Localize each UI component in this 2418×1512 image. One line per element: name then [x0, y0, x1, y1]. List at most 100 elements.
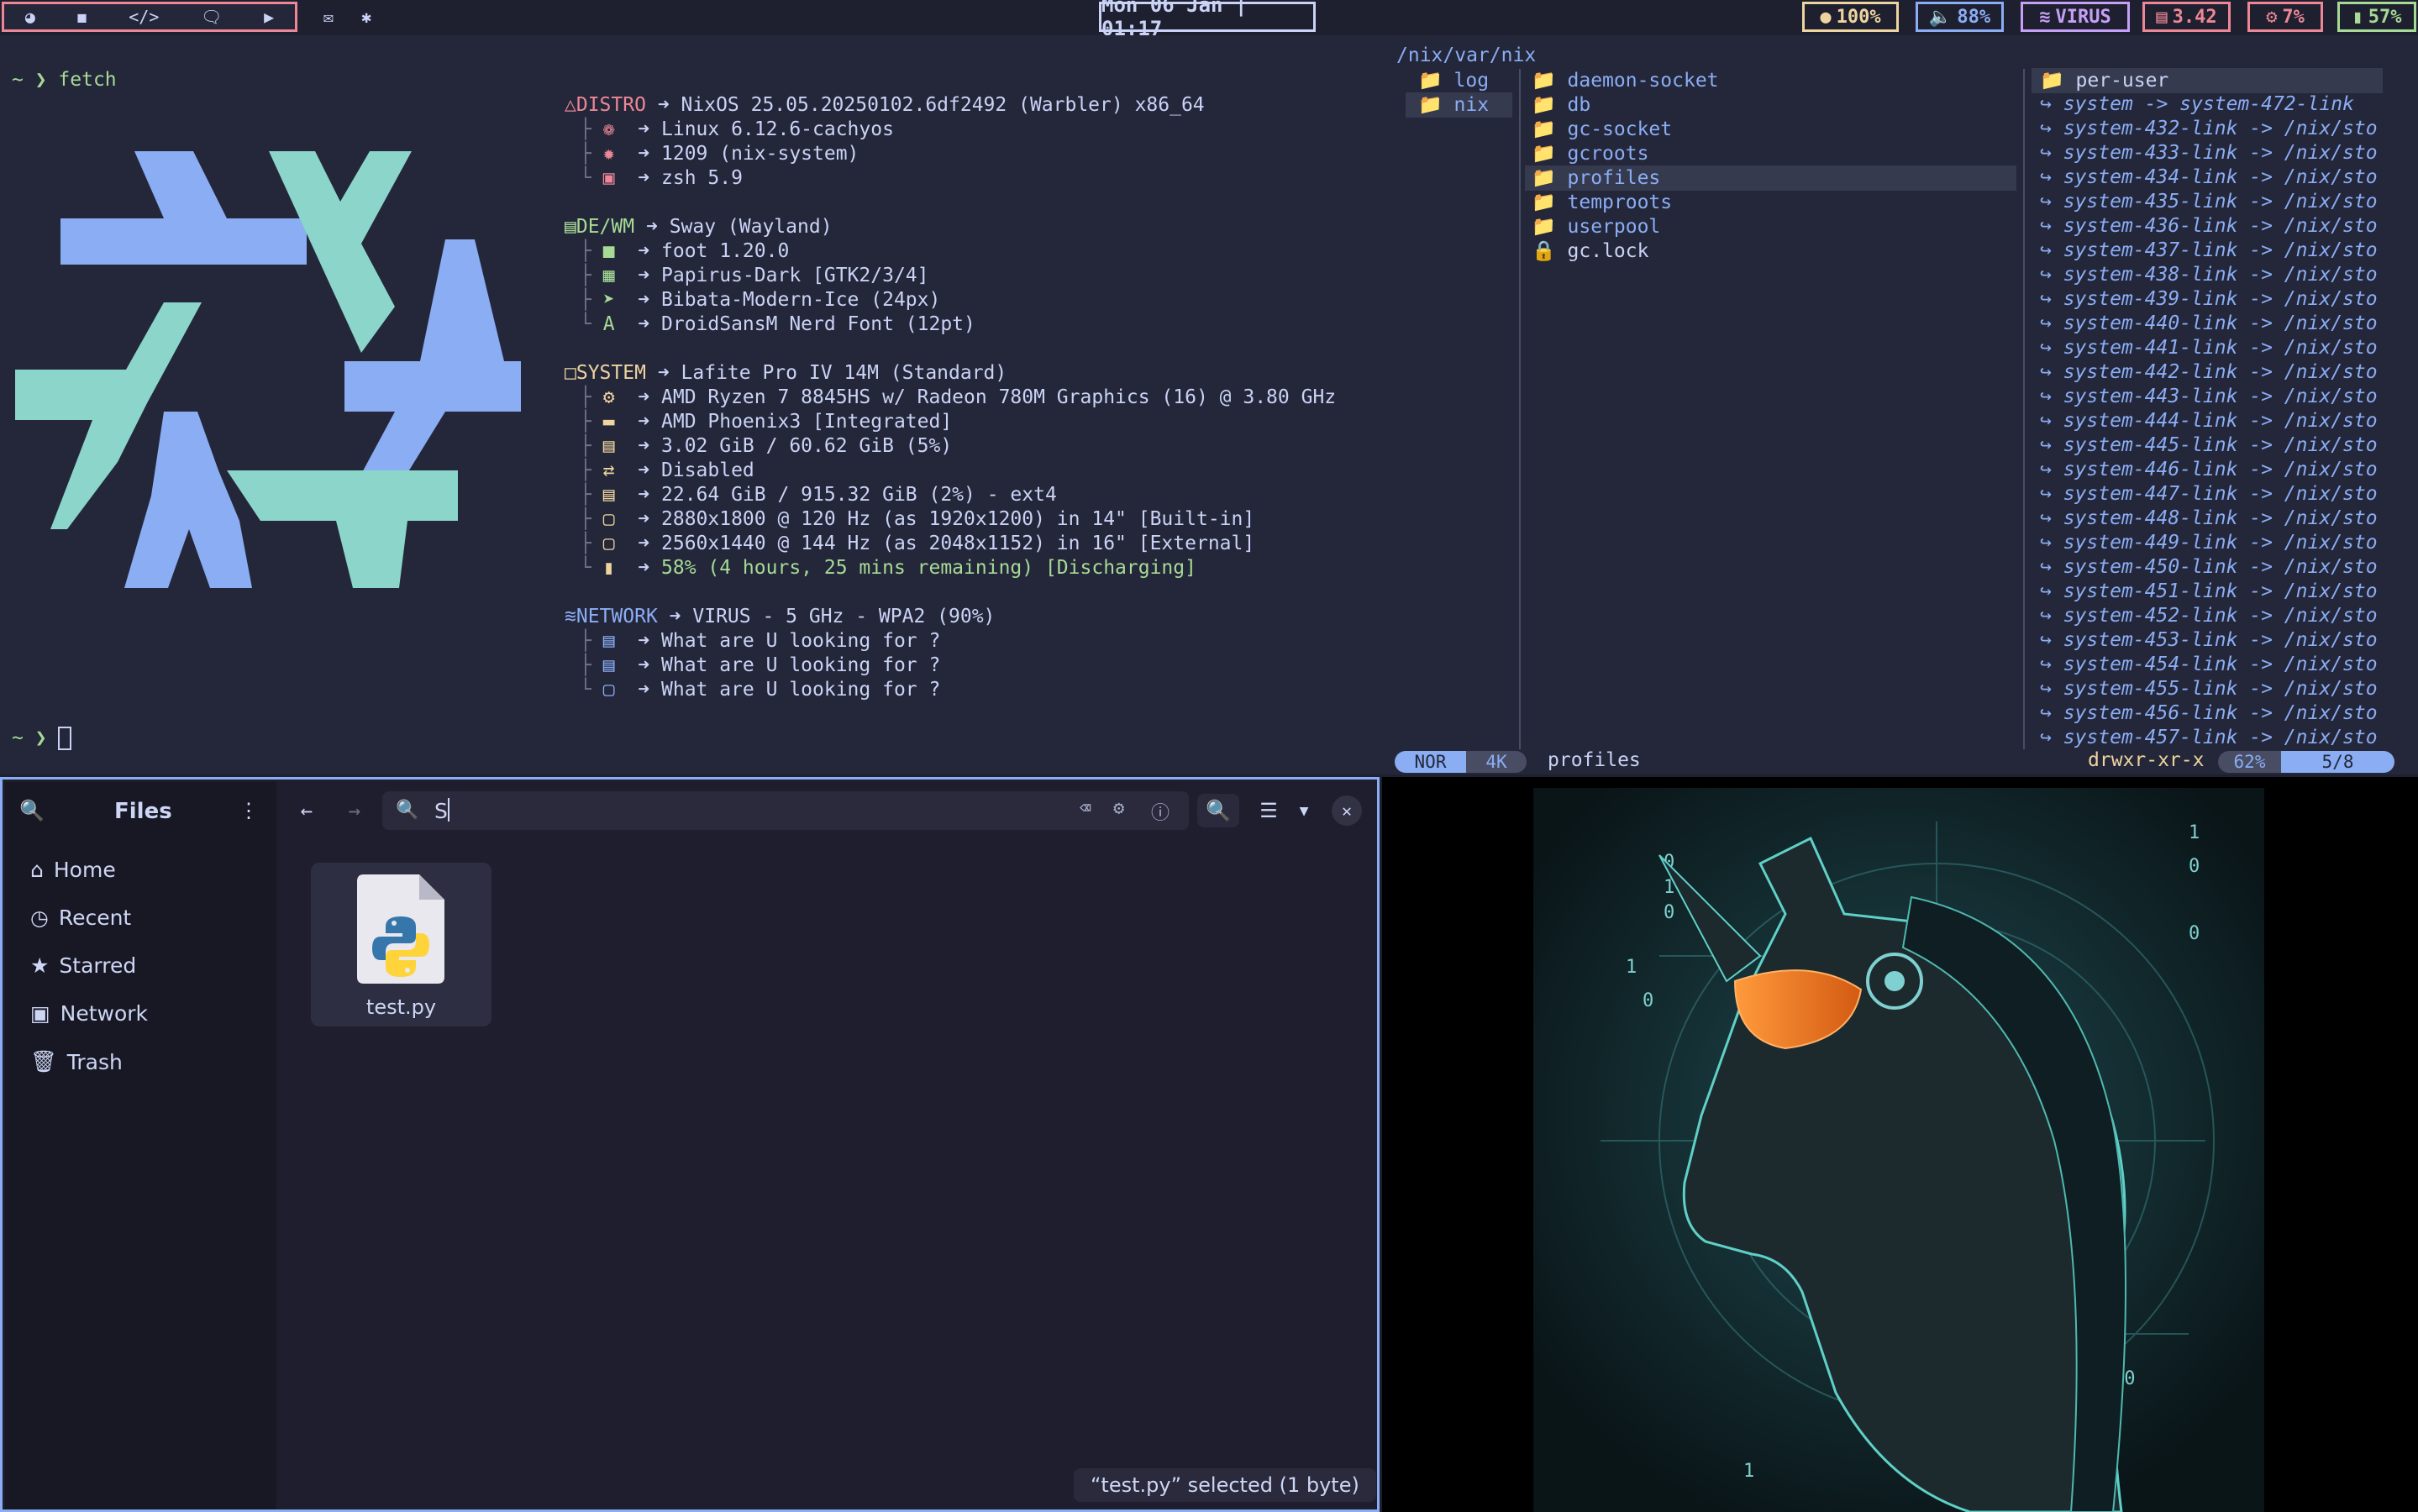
- preview-symlink[interactable]: ↪ system-439-link -> /nix/sto: [2040, 288, 2378, 310]
- preview-symlink[interactable]: ↪ system-455-link -> /nix/sto: [2040, 678, 2378, 700]
- yazi-entry[interactable]: 📁 daemon-socket: [1532, 69, 1719, 92]
- network-row: ├ ▤ ➜ What are U looking for ?: [580, 654, 941, 676]
- workspace-2-icon[interactable]: ◼: [77, 7, 87, 27]
- image-viewer-window[interactable]: 010 100 100 100: [1382, 777, 2418, 1512]
- battery-value: 57%: [2368, 6, 2402, 28]
- preview-symlink[interactable]: ↪ system-448-link -> /nix/sto: [2040, 507, 2378, 529]
- yazi-statusbar: NOR 4K profiles drwxr-xr-x 62% 5/8: [1390, 749, 2418, 774]
- preview-symlink[interactable]: ↪ system-447-link -> /nix/sto: [2040, 483, 2378, 505]
- sidebar-item-trash[interactable]: 🗑 Trash: [30, 1049, 123, 1074]
- icons-value: Papirus-Dark [GTK2/3/4]: [661, 265, 929, 286]
- battery-module[interactable]: ▮ 57%: [2337, 2, 2416, 32]
- yazi-entry[interactable]: 📁 gc-socket: [1532, 118, 1672, 140]
- yazi-entry[interactable]: 🔒 gc.lock: [1532, 239, 1648, 262]
- volume-module[interactable]: 🔈 88%: [1916, 2, 2004, 32]
- packages-value: 1209 (nix-system): [661, 143, 859, 165]
- preview-symlink[interactable]: ↪ system-440-link -> /nix/sto: [2040, 312, 2378, 334]
- close-icon[interactable]: ✕: [1332, 795, 1362, 826]
- kernel-value: Linux 6.12.6-cachyos: [661, 118, 894, 140]
- preview-symlink[interactable]: ↪ system-446-link -> /nix/sto: [2040, 459, 2378, 480]
- workspace-4-chat-icon[interactable]: 🗨: [201, 7, 222, 27]
- preview-symlink[interactable]: ↪ system-453-link -> /nix/sto: [2040, 629, 2378, 651]
- bluetooth-icon[interactable]: ✱: [361, 7, 371, 27]
- network-row: ├ ▤ ➜ What are U looking for ?: [580, 630, 941, 652]
- search-input[interactable]: S: [434, 799, 448, 823]
- symlink-icon: ↪: [2040, 142, 2063, 164]
- system-label: SYSTEM: [576, 362, 646, 384]
- brightness-module[interactable]: ● 100%: [1802, 2, 1899, 32]
- preview-symlink[interactable]: ↪ system-437-link -> /nix/sto: [2040, 239, 2378, 261]
- yazi-entry[interactable]: 📁 userpool: [1532, 215, 1660, 238]
- preview-symlink[interactable]: ↪ system-434-link -> /nix/sto: [2040, 166, 2378, 188]
- list-view-icon[interactable]: ☰: [1252, 794, 1285, 827]
- sidebar-label: Starred: [59, 953, 137, 978]
- system-row: ├ ▤ ➜ 22.64 GiB / 915.32 GiB (2%) - ext4: [580, 484, 1057, 506]
- preview-symlink[interactable]: ↪ system-435-link -> /nix/sto: [2040, 191, 2378, 213]
- preview-symlink[interactable]: ↪ system-457-link -> /nix/sto: [2040, 727, 2378, 748]
- network-module[interactable]: ≋ VIRUS: [2021, 2, 2130, 32]
- folder-icon: 📁: [2040, 70, 2076, 92]
- file-item[interactable]: test.py: [311, 863, 491, 1026]
- symlink-icon: ↪: [2040, 337, 2063, 359]
- symlink-icon: ↪: [2040, 459, 2063, 480]
- preview-symlink[interactable]: ↪ system-443-link -> /nix/sto: [2040, 386, 2378, 407]
- parent-item-active[interactable]: 📁 nix: [1418, 93, 1489, 116]
- memory-module[interactable]: ▤ 3.42: [2142, 2, 2231, 32]
- preview-label: system-440-link -> /nix/sto: [2063, 312, 2378, 334]
- preview-symlink[interactable]: ↪ system -> system-472-link: [2040, 93, 2354, 115]
- sidebar-item-recent[interactable]: ◷ Recent: [30, 906, 131, 930]
- back-arrow-icon[interactable]: ←: [290, 794, 323, 827]
- files-window[interactable]: 🔍 Files ⋮ ⌂ Home ◷ Recent ★ Starred ▣ Networ…: [0, 777, 1380, 1512]
- preview-symlink[interactable]: ↪ system-438-link -> /nix/sto: [2040, 264, 2378, 286]
- menu-kebab-icon[interactable]: ⋮: [232, 794, 265, 827]
- clock[interactable]: Mon 06 Jan | 01:17: [1099, 0, 1316, 40]
- sidebar-item-network[interactable]: ▣ Network: [30, 1001, 148, 1026]
- workspace-3-code-icon[interactable]: </>: [129, 7, 159, 27]
- tray-app-icon[interactable]: ✉: [323, 7, 334, 27]
- preview-folder[interactable]: 📁 per-user: [2040, 69, 2168, 92]
- search-icon[interactable]: 🔍: [15, 794, 49, 827]
- preview-symlink[interactable]: ↪ system-456-link -> /nix/sto: [2040, 702, 2378, 724]
- forward-arrow-icon[interactable]: →: [338, 794, 371, 827]
- yazi-entry[interactable]: 📁 temproots: [1532, 191, 1672, 213]
- sidebar-item-starred[interactable]: ★ Starred: [30, 953, 136, 978]
- preview-symlink[interactable]: ↪ system-432-link -> /nix/sto: [2040, 118, 2378, 139]
- workspace-5-video-icon[interactable]: ▶: [264, 7, 274, 27]
- yazi-path: /nix/var/nix: [1396, 45, 1537, 66]
- gpu-icon: ▬: [602, 411, 615, 433]
- server-icon: ▤: [602, 654, 615, 676]
- clear-search-icon[interactable]: ⌫: [1080, 798, 1091, 819]
- preview-symlink[interactable]: ↪ system-454-link -> /nix/sto: [2040, 654, 2378, 675]
- search-toggle-icon[interactable]: 🔍: [1197, 794, 1239, 827]
- preview-symlink[interactable]: ↪ system-442-link -> /nix/sto: [2040, 361, 2378, 383]
- info-icon[interactable]: ⓘ: [1151, 798, 1170, 825]
- preview-label: system -> system-472-link: [2063, 93, 2354, 115]
- parent-item[interactable]: 📁 log: [1418, 69, 1489, 92]
- yazi-entry[interactable]: 📁 db: [1532, 93, 1590, 116]
- search-field[interactable]: 🔍 S ⌫ ⚙ ⓘ: [382, 791, 1189, 830]
- display1-value: 2880x1800 @ 120 Hz (as 1920x1200) in 14"…: [661, 508, 1255, 530]
- linux-icon: △: [565, 94, 576, 116]
- preview-label: system-437-link -> /nix/sto: [2063, 239, 2378, 261]
- yazi-entry[interactable]: 📁 gcroots: [1532, 142, 1648, 165]
- preview-symlink[interactable]: ↪ system-452-link -> /nix/sto: [2040, 605, 2378, 627]
- preview-symlink[interactable]: ↪ system-444-link -> /nix/sto: [2040, 410, 2378, 432]
- yazi-entry[interactable]: 📁 profiles: [1532, 166, 1660, 189]
- search-filters-icon[interactable]: ⚙: [1113, 798, 1124, 819]
- symlink-icon: ↪: [2040, 678, 2063, 700]
- preview-symlink[interactable]: ↪ system-436-link -> /nix/sto: [2040, 215, 2378, 237]
- workspace-1-icon[interactable]: ◕: [25, 7, 35, 27]
- symlink-icon: ↪: [2040, 166, 2063, 188]
- yazi-entry-label: db: [1567, 94, 1591, 116]
- preview-symlink[interactable]: ↪ system-445-link -> /nix/sto: [2040, 434, 2378, 456]
- view-options-chevron-icon[interactable]: ▼: [1287, 794, 1321, 827]
- preview-symlink[interactable]: ↪ system-451-link -> /nix/sto: [2040, 580, 2378, 602]
- preview-symlink[interactable]: ↪ system-433-link -> /nix/sto: [2040, 142, 2378, 164]
- sidebar-item-home[interactable]: ⌂ Home: [30, 858, 116, 882]
- preview-symlink[interactable]: ↪ system-450-link -> /nix/sto: [2040, 556, 2378, 578]
- preview-symlink[interactable]: ↪ system-449-link -> /nix/sto: [2040, 532, 2378, 554]
- preview-symlink[interactable]: ↪ system-441-link -> /nix/sto: [2040, 337, 2378, 359]
- font-icon: A: [602, 313, 615, 335]
- cpu-module[interactable]: ⚙ 7%: [2247, 2, 2323, 32]
- preview-label: system-436-link -> /nix/sto: [2063, 215, 2378, 237]
